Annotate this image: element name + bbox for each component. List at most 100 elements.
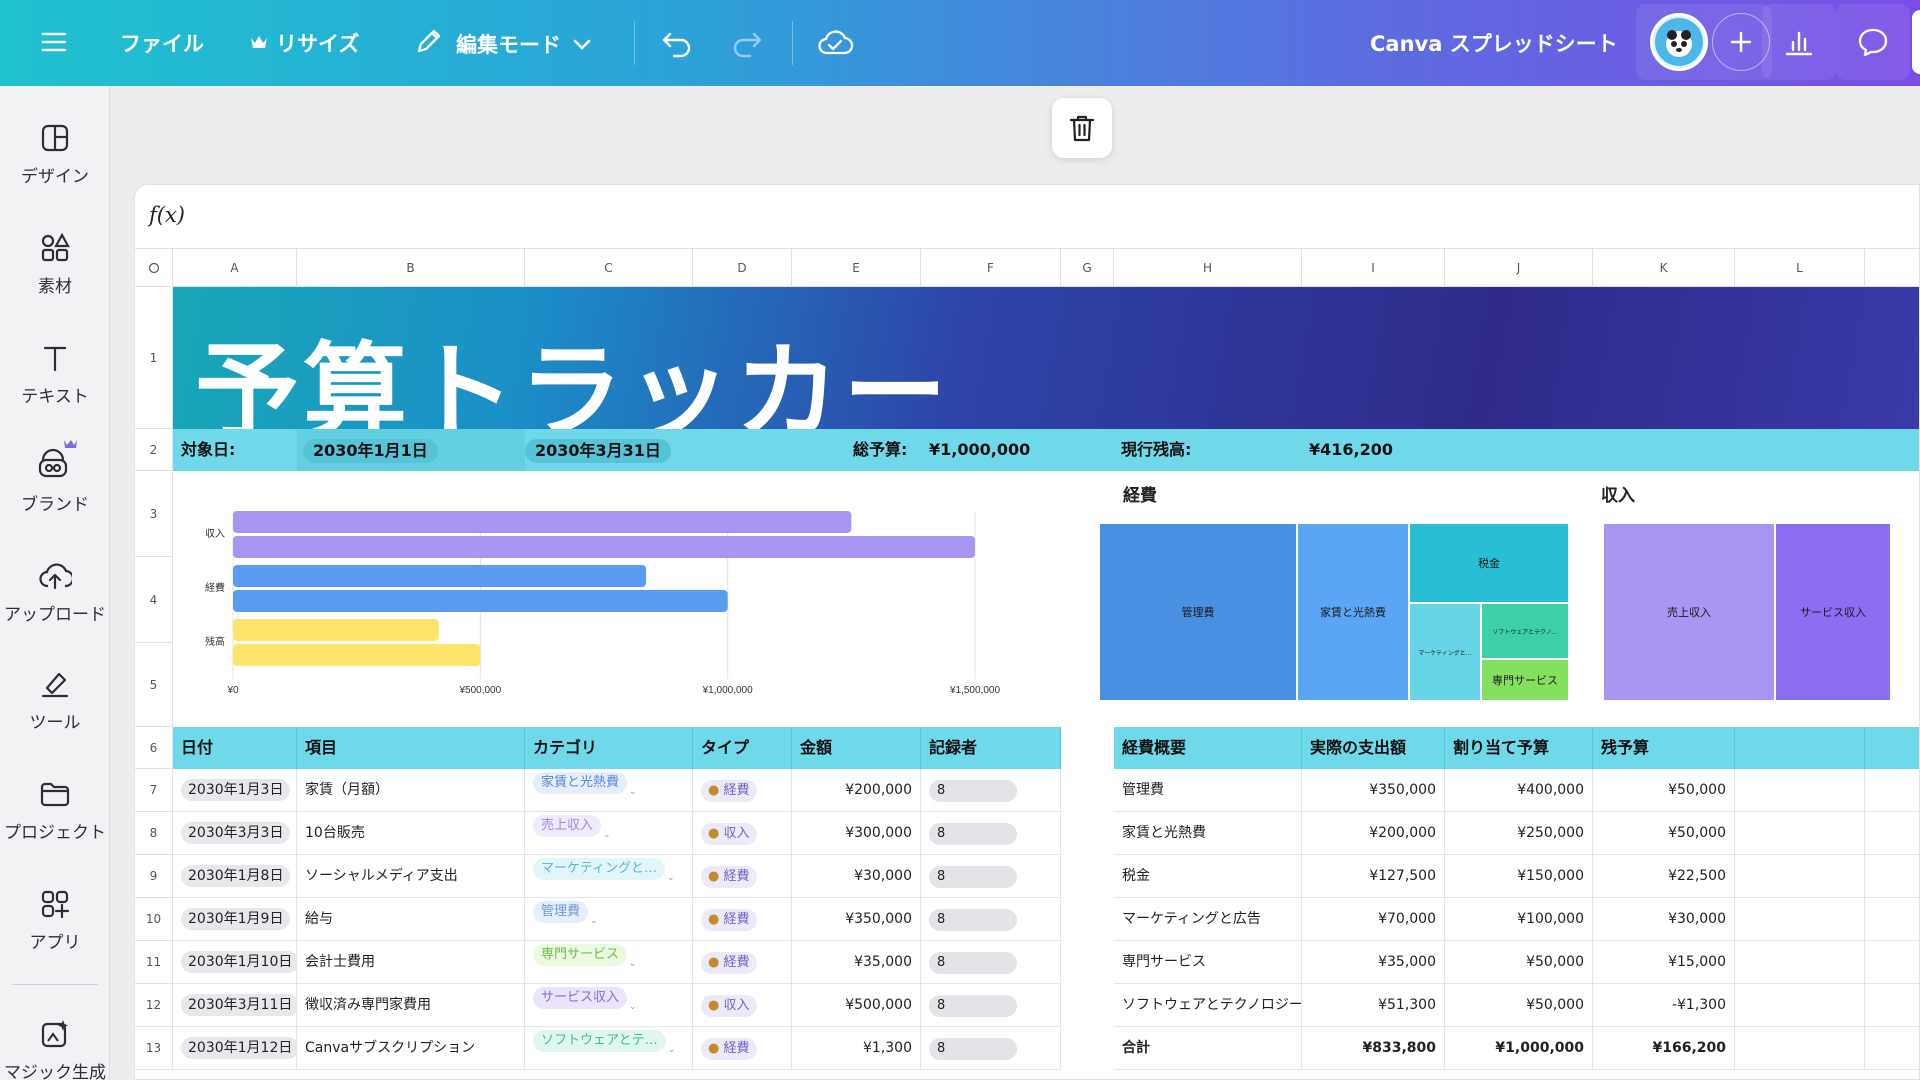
expense-treemap[interactable]: 管理費 家賃と光熱費 税金 マーケティングと… ソフトウェアとテクノ… 専門サー…	[1099, 523, 1569, 701]
cell-expense-name[interactable]: 管理費	[1114, 769, 1302, 812]
summary-header-name[interactable]: 経費概要	[1114, 727, 1302, 769]
category-pill[interactable]: ソフトウェアとテ…	[533, 1030, 666, 1052]
cell-type[interactable]: ● 経費	[693, 769, 792, 812]
cell-remaining[interactable]: ¥30,000	[1593, 898, 1735, 941]
transactions-header-date[interactable]: 日付	[173, 727, 297, 769]
total-budget-value[interactable]: ¥1,000,000	[929, 429, 1030, 471]
row-header-12[interactable]: 12	[135, 984, 173, 1027]
cell-recorder[interactable]: 8	[921, 855, 1061, 898]
row-header-11[interactable]: 11	[135, 941, 173, 984]
cell-type[interactable]: ● 収入	[693, 812, 792, 855]
column-header-j[interactable]: J	[1445, 249, 1593, 287]
row-header-10[interactable]: 10	[135, 898, 173, 941]
column-header-g[interactable]: G	[1061, 249, 1114, 287]
cell-category[interactable]: 売上収入⌄	[525, 812, 693, 855]
redo-icon[interactable]	[730, 26, 764, 64]
row-header-9[interactable]: 9	[135, 855, 173, 898]
recorder-pill[interactable]: 8	[929, 995, 1017, 1017]
comments-button[interactable]	[1836, 4, 1910, 80]
recorder-pill[interactable]: 8	[929, 866, 1017, 888]
cell-actual[interactable]: ¥127,500	[1302, 855, 1445, 898]
cell-recorder[interactable]: 8	[921, 984, 1061, 1027]
cell-expense-name[interactable]: 家賃と光熱費	[1114, 812, 1302, 855]
cell-empty[interactable]	[1735, 1027, 1865, 1070]
recorder-pill[interactable]: 8	[929, 823, 1017, 845]
sidebar-item-magic[interactable]: マジック生成	[0, 1018, 110, 1080]
type-pill[interactable]: ● 収入	[701, 995, 757, 1017]
cell-date[interactable]: 2030年3月11日	[173, 984, 297, 1027]
cell-empty[interactable]	[1865, 898, 1919, 941]
column-header-b[interactable]: B	[297, 249, 525, 287]
cell-date[interactable]: 2030年1月10日	[173, 941, 297, 984]
row-header-7[interactable]: 7	[135, 769, 173, 812]
date-pill[interactable]: 2030年1月9日	[181, 908, 291, 930]
row-header-3[interactable]: 3	[135, 471, 173, 557]
cell-item[interactable]: 徴収済み専門家費用	[297, 984, 525, 1027]
transactions-header-amount[interactable]: 金額	[792, 727, 921, 769]
date-pill[interactable]: 2030年1月12日	[181, 1037, 296, 1059]
column-header-i[interactable]: I	[1302, 249, 1445, 287]
cell-amount[interactable]: ¥500,000	[792, 984, 921, 1027]
treemap-cell[interactable]: 専門サービス	[1481, 659, 1569, 701]
cell-budget[interactable]: ¥1,000,000	[1445, 1027, 1593, 1070]
cell-category[interactable]: マーケティングと…⌄	[525, 855, 693, 898]
type-pill[interactable]: ● 経費	[701, 780, 757, 802]
cell-budget[interactable]: ¥250,000	[1445, 812, 1593, 855]
cell-expense-name[interactable]: 専門サービス	[1114, 941, 1302, 984]
cell-budget[interactable]: ¥50,000	[1445, 941, 1593, 984]
cell-date[interactable]: 2030年1月8日	[173, 855, 297, 898]
cell-remaining[interactable]: -¥1,300	[1593, 984, 1735, 1027]
category-pill[interactable]: 売上収入	[533, 815, 602, 837]
transactions-header-type[interactable]: タイプ	[693, 727, 792, 769]
cell-date[interactable]: 2030年1月9日	[173, 898, 297, 941]
avatar[interactable]	[1650, 13, 1708, 71]
type-pill[interactable]: ● 経費	[701, 866, 757, 888]
cell-category[interactable]: ソフトウェアとテ…⌄	[525, 1027, 693, 1070]
analytics-button[interactable]	[1762, 4, 1836, 80]
cell-type[interactable]: ● 経費	[693, 941, 792, 984]
document-title[interactable]: Canva スプレッドシート	[1370, 28, 1618, 58]
cell-budget[interactable]: ¥400,000	[1445, 769, 1593, 812]
cell-empty[interactable]	[1865, 984, 1919, 1027]
row-header-13[interactable]: 13	[135, 1027, 173, 1070]
cell-remaining[interactable]: ¥166,200	[1593, 1027, 1735, 1070]
type-pill[interactable]: ● 経費	[701, 909, 757, 931]
formula-bar[interactable]: f(x)	[135, 185, 1919, 249]
recorder-pill[interactable]: 8	[929, 952, 1017, 974]
title-banner[interactable]: 予算トラッカー	[173, 287, 1919, 453]
category-pill[interactable]: 管理費	[533, 901, 589, 923]
date-pill[interactable]: 2030年1月10日	[181, 951, 296, 973]
treemap-cell[interactable]: 家賃と光熱費	[1297, 523, 1409, 701]
cell-type[interactable]: ● 経費	[693, 898, 792, 941]
sidebar-item-elements[interactable]: 素材	[0, 232, 110, 297]
cell-empty[interactable]	[1865, 1027, 1919, 1070]
summary-header-actual[interactable]: 実際の支出額	[1302, 727, 1445, 769]
cell-actual[interactable]: ¥200,000	[1302, 812, 1445, 855]
summary-header-empty[interactable]	[1865, 727, 1919, 769]
category-pill[interactable]: 家賃と光熱費	[533, 772, 628, 794]
cell-item[interactable]: 10台販売	[297, 812, 525, 855]
select-all-corner[interactable]	[135, 249, 173, 287]
transactions-header-category[interactable]: カテゴリ	[525, 727, 693, 769]
cell-remaining[interactable]: ¥15,000	[1593, 941, 1735, 984]
date-pill[interactable]: 2030年1月3日	[181, 779, 291, 801]
cell-remaining[interactable]: ¥22,500	[1593, 855, 1735, 898]
cell-actual[interactable]: ¥833,800	[1302, 1027, 1445, 1070]
cell-actual[interactable]: ¥51,300	[1302, 984, 1445, 1027]
treemap-cell[interactable]: サービス収入	[1775, 523, 1891, 701]
type-pill[interactable]: ● 経費	[701, 1038, 757, 1060]
cell-expense-name[interactable]: ソフトウェアとテクノロジー	[1114, 984, 1302, 1027]
cell-item[interactable]: 家賃（月額）	[297, 769, 525, 812]
file-menu[interactable]: ファイル	[120, 28, 204, 58]
date-pill[interactable]: 2030年3月11日	[181, 994, 296, 1016]
column-header-a[interactable]: A	[173, 249, 297, 287]
date-pill[interactable]: 2030年3月3日	[181, 822, 291, 844]
cell-date[interactable]: 2030年1月12日	[173, 1027, 297, 1070]
sidebar-item-text[interactable]: テキスト	[0, 342, 110, 407]
cell-amount[interactable]: ¥200,000	[792, 769, 921, 812]
summary-header-budget[interactable]: 割り当て予算	[1445, 727, 1593, 769]
menu-icon[interactable]	[40, 28, 68, 56]
bar-chart[interactable]: ¥0 ¥500,000 ¥1,000,000 ¥1,500,000 収入 経費 残高	[173, 471, 1073, 727]
category-pill[interactable]: マーケティングと…	[533, 858, 665, 880]
balance-value[interactable]: ¥416,200	[1309, 429, 1393, 471]
